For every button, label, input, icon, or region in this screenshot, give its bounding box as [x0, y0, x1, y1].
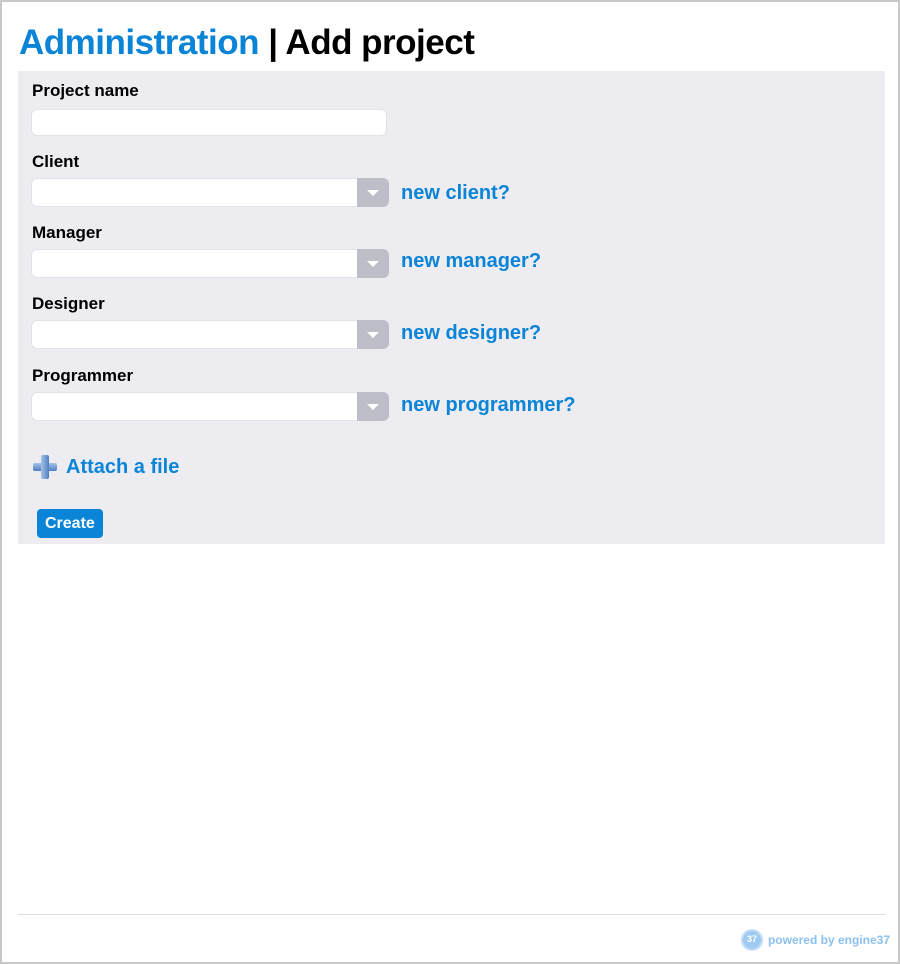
page-heading: Administration | Add project [19, 23, 475, 63]
chevron-down-icon [367, 332, 379, 338]
create-button[interactable]: Create [37, 509, 103, 538]
designer-dropdown-button[interactable] [357, 320, 389, 349]
engine37-logo-text: 37 [746, 934, 757, 944]
project-name-input[interactable] [31, 109, 387, 136]
designer-label: Designer [32, 294, 105, 313]
new-client-link[interactable]: new client? [401, 181, 510, 205]
programmer-dropdown-button[interactable] [357, 392, 389, 421]
footer-divider [18, 914, 885, 915]
page-title: Add project [285, 23, 475, 62]
powered-by-link[interactable]: 37 powered by engine37 [742, 930, 890, 950]
project-name-label: Project name [32, 81, 139, 100]
add-project-form: Project name Client new client? Manager … [18, 71, 885, 544]
client-dropdown-button[interactable] [357, 178, 389, 207]
client-label: Client [32, 152, 80, 171]
manager-select[interactable] [31, 249, 389, 278]
breadcrumb-administration-link[interactable]: Administration [19, 23, 259, 62]
chevron-down-icon [367, 190, 379, 196]
manager-label: Manager [32, 223, 102, 242]
programmer-label: Programmer [32, 366, 134, 385]
client-select[interactable] [31, 178, 389, 207]
designer-select[interactable] [31, 320, 389, 349]
new-designer-link[interactable]: new designer? [401, 321, 541, 345]
gear-icon: 37 [742, 930, 762, 950]
programmer-select[interactable] [31, 392, 389, 421]
plus-icon [33, 455, 57, 479]
manager-dropdown-button[interactable] [357, 249, 389, 278]
chevron-down-icon [367, 404, 379, 410]
chevron-down-icon [367, 261, 379, 267]
new-programmer-link[interactable]: new programmer? [401, 393, 575, 417]
attach-file-label: Attach a file [66, 455, 180, 478]
attach-file-link[interactable]: Attach a file [33, 453, 179, 481]
new-manager-link[interactable]: new manager? [401, 249, 541, 273]
app-window: Administration | Add project Project nam… [0, 0, 900, 964]
powered-by-label: powered by engine37 [767, 933, 890, 947]
breadcrumb-separator: | [268, 23, 278, 62]
